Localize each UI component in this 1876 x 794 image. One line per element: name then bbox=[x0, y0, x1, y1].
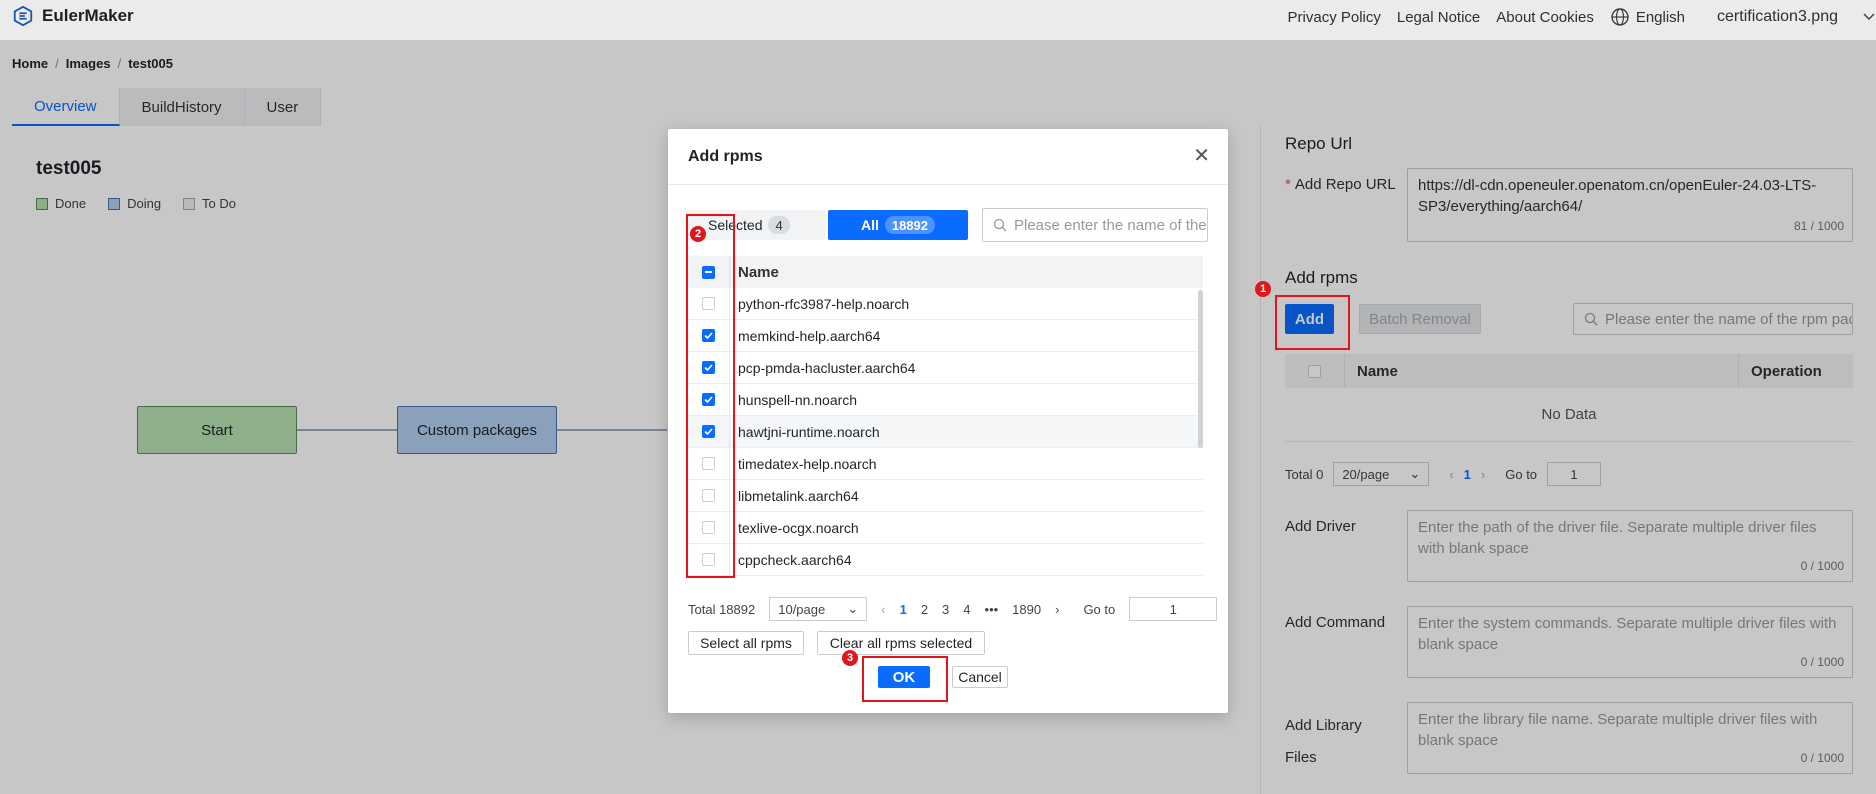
dialog-title: Add rpms bbox=[688, 148, 763, 165]
prev-page-icon[interactable]: ‹ bbox=[881, 602, 885, 617]
rpm-name: python-rfc3987-help.noarch bbox=[738, 295, 910, 312]
dialog-search-input[interactable]: Please enter the name of the bbox=[982, 208, 1208, 242]
rpm-name: memkind-help.aarch64 bbox=[738, 327, 881, 344]
table-row[interactable]: python-rfc3987-help.noarch bbox=[688, 287, 1203, 320]
rpm-name: hawtjni-runtime.noarch bbox=[738, 423, 880, 440]
table-row[interactable]: pcp-pmda-hacluster.aarch64 bbox=[688, 351, 1203, 384]
rpm-name: pcp-pmda-hacluster.aarch64 bbox=[738, 359, 916, 376]
search-icon bbox=[993, 218, 1007, 232]
table-row[interactable]: hunspell-nn.noarch bbox=[688, 383, 1203, 416]
page-1[interactable]: 1 bbox=[900, 602, 907, 617]
page-size-select[interactable]: 10/page ⌄ bbox=[769, 597, 868, 621]
rpm-name: cppcheck.aarch64 bbox=[738, 551, 852, 568]
annotation-box-1 bbox=[1275, 295, 1350, 350]
add-rpms-dialog: Add rpms ✕ Selected 4 All 18892 Please e… bbox=[668, 129, 1228, 713]
column-name: Name bbox=[738, 263, 779, 281]
table-row[interactable]: cppcheck.aarch64 bbox=[688, 543, 1203, 576]
page-ellipsis[interactable]: ••• bbox=[985, 602, 999, 617]
selected-count-badge: 4 bbox=[768, 216, 790, 234]
goto-label: Go to bbox=[1083, 601, 1116, 617]
clear-all-rpms-button[interactable]: Clear all rpms selected bbox=[817, 631, 985, 655]
modal-mask-top bbox=[0, 0, 1876, 40]
all-label: All bbox=[860, 217, 879, 233]
rpm-name: libmetalink.aarch64 bbox=[738, 487, 859, 504]
all-count-badge: 18892 bbox=[884, 216, 936, 234]
table-row[interactable]: memkind-help.aarch64 bbox=[688, 319, 1203, 352]
table-row[interactable]: texlive-ocgx.noarch bbox=[688, 511, 1203, 544]
table-row[interactable]: hawtjni-runtime.noarch bbox=[688, 415, 1203, 448]
rpm-name: hunspell-nn.noarch bbox=[738, 391, 858, 408]
page-4[interactable]: 4 bbox=[963, 602, 970, 617]
next-page-icon[interactable]: › bbox=[1055, 602, 1059, 617]
total-count: Total 18892 bbox=[688, 601, 756, 617]
goto-input[interactable]: 1 bbox=[1129, 597, 1218, 621]
list-scrollbar[interactable] bbox=[1198, 290, 1203, 448]
rpm-name: texlive-ocgx.noarch bbox=[738, 519, 859, 536]
cancel-button[interactable]: Cancel bbox=[952, 666, 1008, 688]
table-row[interactable]: timedatex-help.noarch bbox=[688, 447, 1203, 480]
select-all-rpms-button[interactable]: Select all rpms bbox=[688, 631, 804, 655]
annotation-box-3 bbox=[862, 656, 948, 702]
page-3[interactable]: 3 bbox=[942, 602, 949, 617]
dialog-search-placeholder: Please enter the name of the bbox=[1014, 216, 1207, 234]
annotation-box-2 bbox=[686, 214, 735, 578]
annotation-marker-3: 3 bbox=[842, 650, 858, 666]
rpm-list-table: Name python-rfc3987-help.noarch memkind-… bbox=[688, 256, 1203, 576]
rpm-name: timedatex-help.noarch bbox=[738, 455, 877, 472]
dialog-pagination: Total 18892 10/page ⌄ ‹ 1 2 3 4 ••• 1890 … bbox=[688, 597, 1218, 621]
page-2[interactable]: 2 bbox=[921, 602, 928, 617]
dialog-divider bbox=[668, 184, 1228, 185]
annotation-marker-2: 2 bbox=[690, 226, 706, 242]
tab-all[interactable]: All 18892 bbox=[828, 210, 968, 240]
page-last[interactable]: 1890 bbox=[1012, 602, 1041, 617]
table-row[interactable]: libmetalink.aarch64 bbox=[688, 479, 1203, 512]
annotation-marker-1: 1 bbox=[1255, 281, 1271, 297]
chevron-down-icon: ⌄ bbox=[847, 601, 859, 616]
close-icon[interactable]: ✕ bbox=[1193, 143, 1210, 168]
